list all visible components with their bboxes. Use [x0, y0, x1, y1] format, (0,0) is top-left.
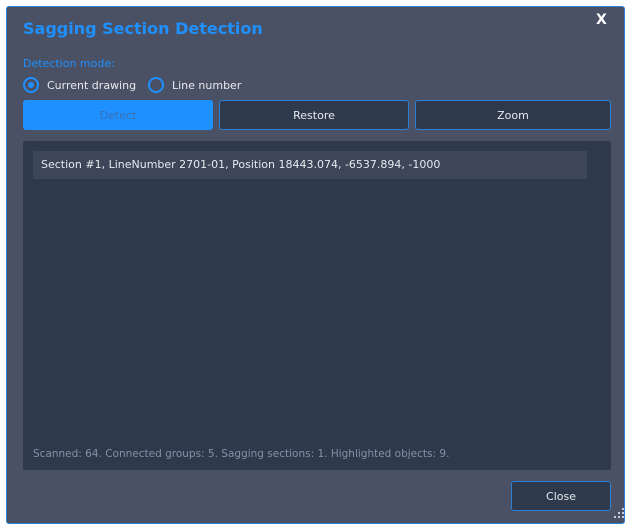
radio-line-number-label: Line number	[172, 78, 242, 92]
zoom-button[interactable]: Zoom	[415, 100, 611, 130]
resize-grip-icon[interactable]	[613, 507, 625, 519]
list-item[interactable]: Section #1, LineNumber 2701-01, Position…	[33, 151, 587, 179]
radio-line-number[interactable]: Line number	[148, 77, 241, 93]
radio-unchecked-icon	[148, 77, 164, 93]
close-button[interactable]: Close	[511, 481, 611, 511]
radio-current-drawing[interactable]: Current drawing	[23, 77, 136, 93]
detect-button[interactable]: Detect	[23, 100, 213, 130]
detection-mode-label: Detection mode:	[23, 57, 115, 70]
status-text: Scanned: 64. Connected groups: 5. Saggin…	[33, 448, 450, 460]
dialog-title: Sagging Section Detection	[23, 19, 263, 38]
results-list[interactable]: Section #1, LineNumber 2701-01, Position…	[23, 141, 611, 470]
restore-button[interactable]: Restore	[219, 100, 409, 130]
radio-current-drawing-label: Current drawing	[47, 78, 137, 92]
sagging-section-dialog: Sagging Section Detection X Detection mo…	[6, 6, 625, 524]
radio-checked-icon	[23, 77, 39, 93]
close-icon[interactable]: X	[596, 12, 607, 28]
